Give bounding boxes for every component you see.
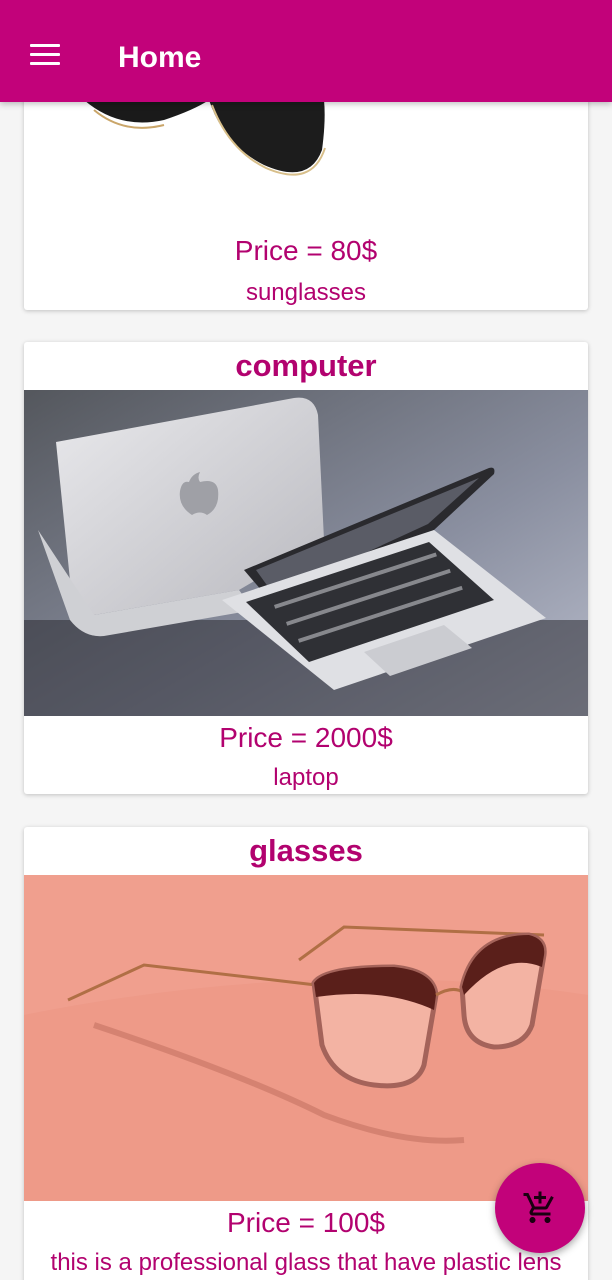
app-bar: Home <box>0 0 612 102</box>
product-price: Price = 2000$ <box>219 722 393 753</box>
product-name: glasses <box>249 833 363 868</box>
eyeglasses-image <box>24 875 588 1201</box>
product-list[interactable]: Price = 80$ sunglasses computer Price = … <box>0 0 612 1280</box>
product-description: sunglasses <box>245 279 367 306</box>
product-card[interactable]: computer Price = 2000$ laptop <box>24 342 588 794</box>
product-name: computer <box>235 348 377 383</box>
product-description: laptop <box>273 764 339 791</box>
page-title: Home <box>118 41 202 74</box>
add-shopping-cart-icon <box>523 1191 554 1223</box>
product-description: this is a professional glass that have p… <box>50 1249 562 1276</box>
add-to-cart-button[interactable] <box>495 1163 585 1253</box>
laptop-image <box>24 390 588 716</box>
hamburger-menu-icon[interactable] <box>30 44 60 66</box>
product-price: Price = 80$ <box>234 235 378 266</box>
